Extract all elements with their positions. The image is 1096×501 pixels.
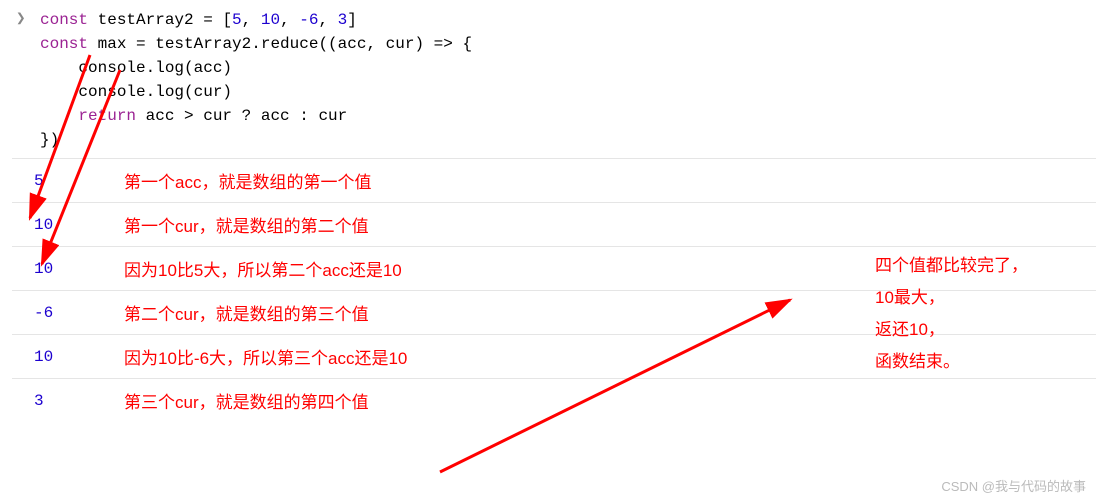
array-num-2: -6 — [299, 11, 318, 29]
keyword-const: const — [40, 35, 88, 53]
summary-annotation: 四个值都比较完了， 10最大， 返还10， 函数结束。 — [875, 250, 1028, 378]
code-text: max = testArray2.reduce((acc, cur) => { — [88, 35, 472, 53]
output-value: 10 — [34, 216, 124, 234]
summary-line: 函数结束。 — [875, 346, 1028, 378]
annotation-text: 第二个cur，就是数组的第三个值 — [124, 300, 369, 325]
annotation-text: 第一个cur，就是数组的第二个值 — [124, 212, 369, 237]
keyword-const: const — [40, 11, 88, 29]
array-num-3: 3 — [338, 11, 348, 29]
code-line-3: console.log(acc) — [12, 56, 1096, 80]
annotation-text: 第一个acc，就是数组的第一个值 — [124, 168, 371, 193]
summary-line: 10最大， — [875, 282, 1028, 314]
code-line-5: return acc > cur ? acc : cur — [12, 104, 1096, 128]
summary-line: 返还10， — [875, 314, 1028, 346]
output-row: 5 第一个acc，就是数组的第一个值 — [12, 158, 1096, 202]
annotation-text: 第三个cur，就是数组的第四个值 — [124, 388, 369, 413]
output-value: 5 — [34, 172, 124, 190]
code-line-6: }) — [12, 128, 1096, 152]
annotation-text: 因为10比-6大，所以第三个acc还是10 — [124, 344, 407, 369]
output-value: -6 — [34, 304, 124, 322]
code-line-1: const testArray2 = [5, 10, -6, 3] — [12, 8, 1096, 32]
keyword-return: return — [78, 107, 136, 125]
output-value: 3 — [34, 392, 124, 410]
code-input-block: ❯ const testArray2 = [5, 10, -6, 3] cons… — [12, 8, 1096, 152]
code-line-4: console.log(cur) — [12, 80, 1096, 104]
output-value: 10 — [34, 348, 124, 366]
code-text: acc > cur ? acc : cur — [136, 107, 347, 125]
array-num-1: 10 — [261, 11, 280, 29]
code-text: ] — [347, 11, 357, 29]
watermark-text: CSDN @我与代码的故事 — [941, 476, 1086, 495]
code-text: testArray2 = [ — [88, 11, 232, 29]
output-value: 10 — [34, 260, 124, 278]
annotation-text: 因为10比5大，所以第二个acc还是10 — [124, 256, 402, 281]
code-line-2: const max = testArray2.reduce((acc, cur)… — [12, 32, 1096, 56]
output-row: 10 第一个cur，就是数组的第二个值 — [12, 202, 1096, 246]
output-row: 3 第三个cur，就是数组的第四个值 — [12, 378, 1096, 422]
summary-line: 四个值都比较完了， — [875, 250, 1028, 282]
prompt-chevron-icon: ❯ — [16, 8, 26, 28]
array-num-0: 5 — [232, 11, 242, 29]
